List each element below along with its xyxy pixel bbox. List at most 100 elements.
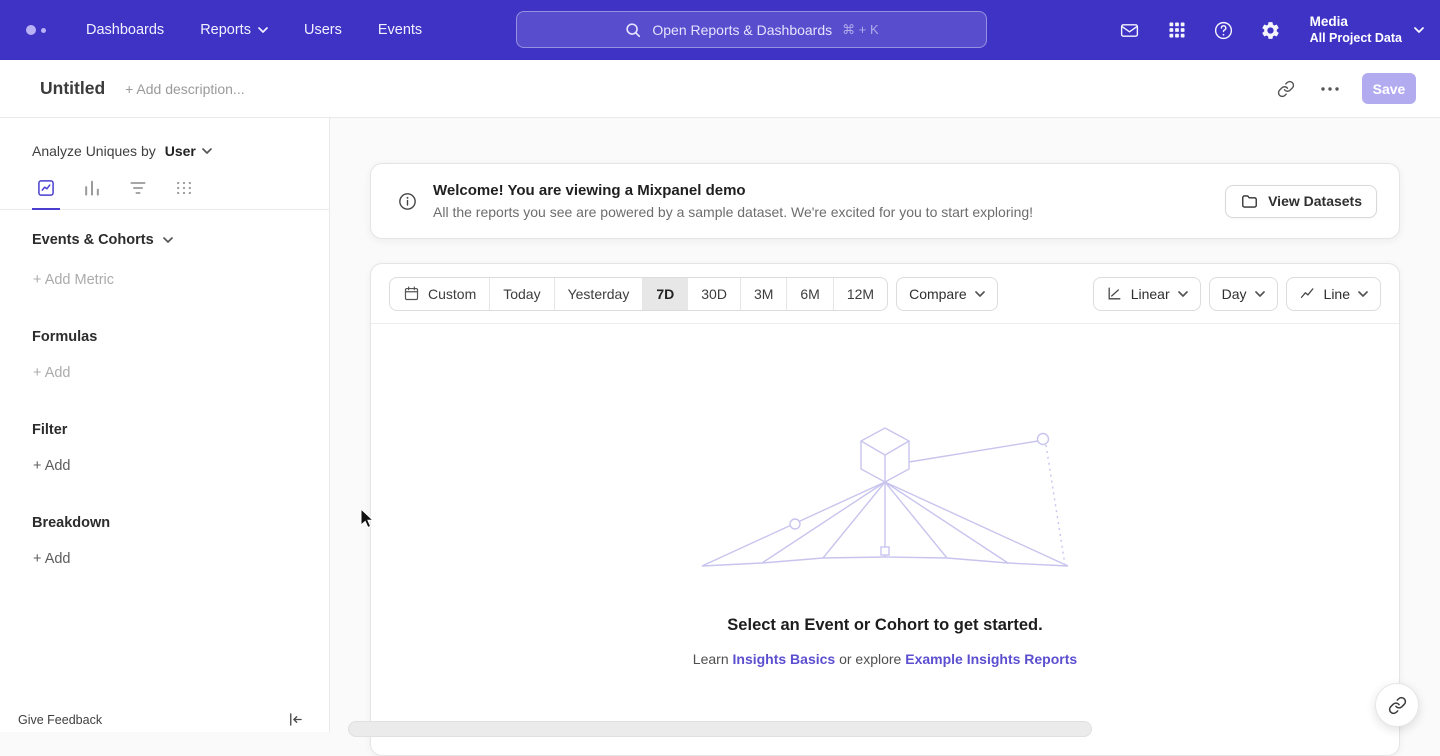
date-range-7d[interactable]: 7D bbox=[643, 278, 688, 310]
chart-display-controls: Linear Day Line bbox=[1093, 277, 1381, 311]
share-link-fab[interactable] bbox=[1375, 683, 1419, 727]
save-button[interactable]: Save bbox=[1362, 73, 1416, 104]
date-range-label: 7D bbox=[656, 286, 674, 302]
date-range-3m[interactable]: 3M bbox=[741, 278, 787, 310]
project-name: Media bbox=[1310, 14, 1402, 31]
horizontal-scrollbar[interactable] bbox=[348, 721, 1092, 737]
logo-dot bbox=[26, 25, 36, 35]
breakdown-section-title: Breakdown bbox=[32, 515, 329, 531]
analyze-value: User bbox=[165, 143, 196, 159]
analyze-label: Analyze Uniques by bbox=[32, 143, 156, 159]
interval-dropdown[interactable]: Day bbox=[1209, 277, 1278, 311]
collapse-left-icon bbox=[286, 710, 305, 729]
empty-state-text: Learn bbox=[693, 651, 733, 667]
gear-icon bbox=[1260, 20, 1281, 41]
nav-item-events[interactable]: Events bbox=[378, 22, 422, 38]
report-chart-card: Custom Today Yesterday 7D 30D 3M 6M 12M … bbox=[370, 263, 1400, 756]
formulas-section-title: Formulas bbox=[32, 329, 329, 345]
date-range-label: 6M bbox=[800, 286, 819, 302]
report-header: Untitled + Add description... Save bbox=[0, 60, 1440, 118]
apps-grid-button[interactable] bbox=[1165, 18, 1189, 42]
chevron-down-icon bbox=[163, 237, 173, 243]
info-icon bbox=[397, 191, 418, 212]
linear-axis-icon bbox=[1106, 285, 1123, 302]
copy-link-button[interactable] bbox=[1270, 73, 1302, 105]
grid-icon bbox=[1168, 21, 1186, 39]
add-description[interactable]: + Add description... bbox=[125, 81, 244, 97]
link-icon bbox=[1388, 696, 1407, 715]
search-shortcut: ⌘ + K bbox=[842, 22, 879, 38]
mixpanel-logo[interactable] bbox=[26, 25, 46, 35]
date-range-label: Yesterday bbox=[568, 286, 630, 302]
chevron-down-icon bbox=[202, 148, 212, 154]
report-title[interactable]: Untitled bbox=[40, 78, 105, 99]
query-sidebar: Analyze Uniques by User Events & Cohorts… bbox=[0, 118, 330, 732]
date-range-label: 3M bbox=[754, 286, 773, 302]
compare-dropdown[interactable]: Compare bbox=[896, 277, 998, 311]
add-metric-button[interactable]: + Add Metric bbox=[33, 272, 329, 288]
nav-item-label: Events bbox=[378, 22, 422, 38]
settings-button[interactable] bbox=[1259, 18, 1283, 42]
date-range-today[interactable]: Today bbox=[490, 278, 554, 310]
header-actions: Save bbox=[1270, 73, 1416, 105]
events-cohorts-header[interactable]: Events & Cohorts bbox=[32, 232, 329, 248]
give-feedback-link[interactable]: Give Feedback bbox=[18, 713, 102, 727]
scale-dropdown[interactable]: Linear bbox=[1093, 277, 1201, 311]
date-range-6m[interactable]: 6M bbox=[787, 278, 833, 310]
nav-item-reports[interactable]: Reports bbox=[200, 22, 268, 38]
project-switcher[interactable]: Media All Project Data bbox=[1310, 14, 1424, 47]
interval-label: Day bbox=[1222, 286, 1247, 302]
envelope-icon bbox=[1119, 20, 1140, 41]
question-circle-icon bbox=[1213, 20, 1234, 41]
main-content: Welcome! You are viewing a Mixpanel demo… bbox=[330, 118, 1440, 732]
chevron-down-icon bbox=[258, 27, 268, 33]
compare-label: Compare bbox=[909, 286, 967, 302]
funnel-icon bbox=[128, 178, 148, 198]
ellipsis-icon bbox=[1321, 87, 1339, 91]
example-reports-link[interactable]: Example Insights Reports bbox=[905, 651, 1077, 667]
date-range-30d[interactable]: 30D bbox=[688, 278, 741, 310]
add-formula-button[interactable]: + Add bbox=[33, 365, 329, 381]
date-range-yesterday[interactable]: Yesterday bbox=[555, 278, 644, 310]
analyze-by-dropdown[interactable]: User bbox=[165, 143, 212, 159]
view-datasets-label: View Datasets bbox=[1268, 193, 1362, 209]
nav-item-dashboards[interactable]: Dashboards bbox=[86, 22, 164, 38]
insights-basics-link[interactable]: Insights Basics bbox=[733, 651, 836, 667]
nav-item-label: Dashboards bbox=[86, 22, 164, 38]
empty-state-subtitle: Learn Insights Basics or explore Example… bbox=[371, 651, 1399, 667]
welcome-banner: Welcome! You are viewing a Mixpanel demo… bbox=[370, 163, 1400, 239]
nav-right: Media All Project Data bbox=[1118, 0, 1424, 60]
chart-type-dropdown[interactable]: Line bbox=[1286, 277, 1381, 311]
top-nav: Dashboards Reports Users Events Open Rep… bbox=[0, 0, 1440, 60]
date-range-control: Custom Today Yesterday 7D 30D 3M 6M 12M bbox=[389, 277, 888, 311]
tab-funnels[interactable] bbox=[76, 178, 108, 209]
tab-retention[interactable] bbox=[168, 178, 200, 209]
inbox-button[interactable] bbox=[1118, 18, 1142, 42]
nav-links: Dashboards Reports Users Events bbox=[86, 22, 422, 38]
logo-dot bbox=[41, 28, 46, 33]
help-button[interactable] bbox=[1212, 18, 1236, 42]
add-breakdown-label: + Add bbox=[33, 551, 71, 567]
chart-controls: Custom Today Yesterday 7D 30D 3M 6M 12M … bbox=[371, 264, 1399, 324]
chevron-down-icon bbox=[975, 291, 985, 297]
global-search[interactable]: Open Reports & Dashboards ⌘ + K bbox=[516, 11, 987, 48]
dots-grid-icon bbox=[174, 178, 194, 198]
date-range-custom[interactable]: Custom bbox=[390, 278, 490, 310]
date-range-label: 12M bbox=[847, 286, 874, 302]
view-datasets-button[interactable]: View Datasets bbox=[1225, 185, 1377, 218]
chevron-down-icon bbox=[1358, 291, 1368, 297]
nav-item-users[interactable]: Users bbox=[304, 22, 342, 38]
add-filter-label: + Add bbox=[33, 458, 71, 474]
empty-state-illustration bbox=[700, 424, 1070, 574]
collapse-sidebar-button[interactable] bbox=[286, 710, 305, 729]
add-filter-button[interactable]: + Add bbox=[33, 458, 329, 474]
date-range-12m[interactable]: 12M bbox=[834, 278, 887, 310]
tab-insights[interactable] bbox=[30, 178, 62, 209]
chevron-down-icon bbox=[1178, 291, 1188, 297]
chart-type-label: Line bbox=[1324, 286, 1350, 302]
more-options-button[interactable] bbox=[1314, 73, 1346, 105]
add-breakdown-button[interactable]: + Add bbox=[33, 551, 329, 567]
tab-flows[interactable] bbox=[122, 178, 154, 209]
events-cohorts-label: Events & Cohorts bbox=[32, 232, 154, 248]
calendar-icon bbox=[403, 285, 420, 302]
